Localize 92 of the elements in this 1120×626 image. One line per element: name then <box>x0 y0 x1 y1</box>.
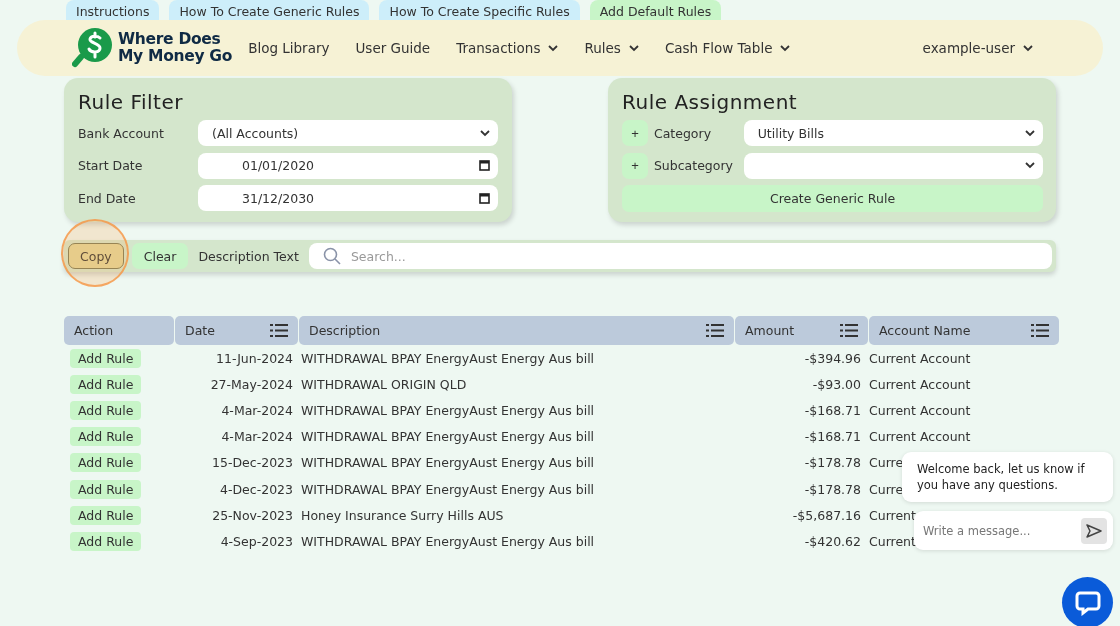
field-label: Bank Account <box>78 125 165 141</box>
column-header[interactable]: Description <box>299 316 734 345</box>
nav-link[interactable]: Blog Library <box>248 40 330 56</box>
add-rule-button[interactable]: Add Rule <box>70 505 142 525</box>
column-header[interactable]: Amount <box>735 316 868 345</box>
add-rule-button[interactable]: Add Rule <box>70 479 142 499</box>
field-label: Category <box>653 125 713 141</box>
table-cell: 15-Dec-2023 <box>212 455 293 471</box>
add-rule-button[interactable]: Add Rule <box>70 427 142 447</box>
list-icon[interactable] <box>1031 324 1049 337</box>
table-cell: WITHDRAWAL BPAY EnergyAust Energy Aus bill <box>301 533 595 549</box>
copy-button[interactable]: Copy <box>68 243 124 269</box>
select-field[interactable]: (All Accounts) <box>198 120 498 146</box>
calendar-icon[interactable] <box>479 160 490 171</box>
add-rule-button[interactable]: Add Rule <box>70 400 142 420</box>
field-label: Subcategory <box>653 158 734 173</box>
calendar-icon[interactable] <box>479 192 490 204</box>
table-cell: -$420.62 <box>804 533 861 549</box>
guide-tab[interactable]: How To Create Generic Rules <box>169 0 370 20</box>
list-icon[interactable] <box>270 324 288 337</box>
column-header[interactable]: Action <box>64 316 174 345</box>
table-cell: Current Account <box>869 429 971 445</box>
user-menu[interactable]: example-user <box>922 40 1033 56</box>
table-cell: 27-May-2024 <box>210 376 293 392</box>
add-rule-button[interactable]: Add Rule <box>70 531 142 551</box>
clear-button[interactable]: Clear <box>131 243 189 269</box>
panel-title: Rule Filter <box>78 90 184 114</box>
message-field[interactable]: Write a message... <box>914 511 1113 550</box>
table-cell: Current Account <box>869 376 971 392</box>
table-cell: Honey Insurance Surry Hills AUS <box>301 507 504 523</box>
chat-launcher-button[interactable] <box>1062 577 1113 626</box>
chat-bubble-icon <box>1074 589 1101 616</box>
nav-link[interactable]: User Guide <box>355 40 431 56</box>
table-cell: WITHDRAWAL BPAY EnergyAust Energy Aus bill <box>301 429 595 445</box>
add-button[interactable]: + <box>622 152 648 179</box>
table-cell: Current <box>869 507 916 523</box>
panel-title: Rule Assignment <box>622 90 799 114</box>
field-label: Description Text <box>198 248 299 264</box>
table-cell: -$5,687.16 <box>792 507 861 523</box>
select-field[interactable] <box>743 152 1043 179</box>
table-cell: Current Account <box>869 350 971 366</box>
table-cell: -$168.71 <box>804 402 861 418</box>
guide-tab[interactable]: How To Create Specific Rules <box>379 0 580 20</box>
table-cell: Curre <box>869 455 904 471</box>
chevron-down-icon <box>1025 162 1035 169</box>
table-cell: Curre <box>869 481 904 497</box>
nav-dropdown[interactable]: Cash Flow Table <box>664 40 791 56</box>
table-cell: Current Account <box>869 402 971 418</box>
table-cell: -$394.96 <box>804 350 861 366</box>
table-cell: WITHDRAWAL BPAY EnergyAust Energy Aus bill <box>301 481 595 497</box>
date-field[interactable]: 31/12/2030 <box>198 185 498 211</box>
guide-tab[interactable]: Add Default Rules <box>589 0 722 20</box>
select-field[interactable]: Utility Bills <box>743 120 1043 146</box>
add-button[interactable]: + <box>622 120 648 146</box>
guide-tab[interactable]: Instructions <box>66 0 160 20</box>
list-icon[interactable] <box>840 324 858 337</box>
chevron-down-icon <box>480 129 490 137</box>
table-cell: WITHDRAWAL BPAY EnergyAust Energy Aus bill <box>301 402 595 418</box>
table-cell: -$168.71 <box>804 429 861 445</box>
list-icon[interactable] <box>706 324 724 337</box>
add-rule-button[interactable]: Add Rule <box>70 374 142 394</box>
table-cell: -$178.78 <box>804 481 861 497</box>
field-label: End Date <box>78 190 137 206</box>
table-cell: 25-Nov-2023 <box>212 507 293 523</box>
add-rule-button[interactable]: Add Rule <box>70 348 142 368</box>
send-icon <box>1086 523 1102 538</box>
date-field[interactable]: 01/01/2020 <box>198 152 498 179</box>
column-header[interactable]: Account Name <box>869 316 1059 345</box>
table-cell: -$178.78 <box>804 455 861 471</box>
field-label: Start Date <box>78 158 144 173</box>
chat-message: Welcome back, let us know if you have any questions. <box>902 452 1113 502</box>
send-button[interactable] <box>1081 517 1107 544</box>
table-cell: 4-Sep-2023 <box>220 533 293 549</box>
table-cell: 4-Mar-2024 <box>221 402 293 418</box>
column-header[interactable]: Date <box>175 316 298 345</box>
logo-text: Where Does <box>118 31 222 48</box>
table-cell: 11-Jun-2024 <box>216 350 293 366</box>
table-cell: -$93.00 <box>812 376 861 392</box>
table-cell: 4-Mar-2024 <box>221 429 293 445</box>
nav-dropdown[interactable]: Transactions <box>456 40 559 56</box>
logo-text: My Money Go <box>118 48 233 65</box>
nav-dropdown[interactable]: Rules <box>584 40 639 56</box>
table-cell: WITHDRAWAL ORIGIN QLD <box>301 376 467 392</box>
table-cell: WITHDRAWAL BPAY EnergyAust Energy Aus bill <box>301 455 595 471</box>
chevron-down-icon <box>1025 129 1035 137</box>
dollar-magnifier-logo-icon <box>72 27 114 69</box>
table-cell: 4-Dec-2023 <box>220 481 293 497</box>
create-rule-button[interactable]: Create Generic Rule <box>622 185 1043 212</box>
search-field[interactable]: Search... <box>308 243 1052 269</box>
table-cell: WITHDRAWAL BPAY EnergyAust Energy Aus bill <box>301 350 595 366</box>
table-cell: Current <box>869 533 916 549</box>
add-rule-button[interactable]: Add Rule <box>70 453 142 473</box>
